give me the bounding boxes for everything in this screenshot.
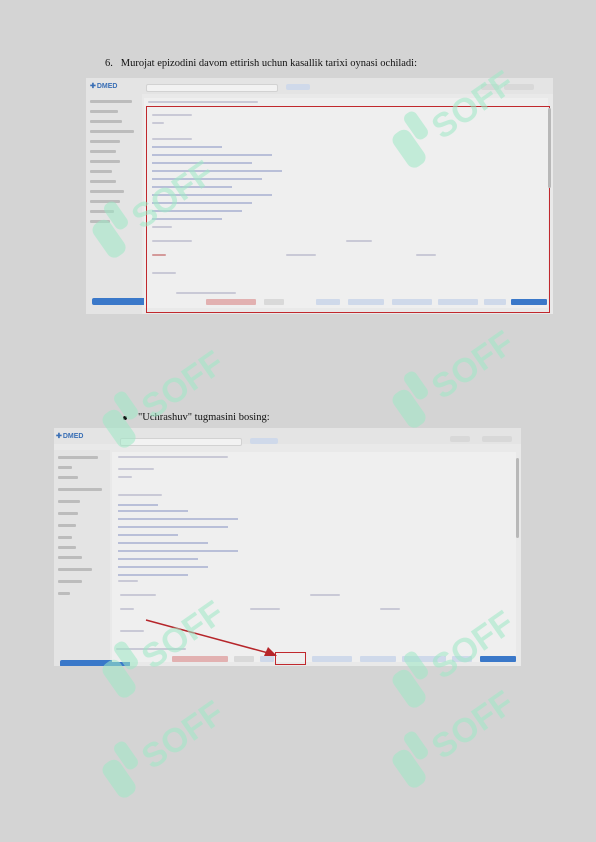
primary-action-button [511, 299, 547, 305]
step-number: 6. [105, 58, 113, 69]
scrollbar [548, 108, 551, 188]
svg-text:SOFF: SOFF [125, 154, 221, 237]
svg-text:SOFF: SOFF [135, 344, 231, 427]
watermark-logo-icon: SOFF [392, 64, 521, 168]
app-logo: ✚DMED [90, 83, 118, 90]
svg-text:SOFF: SOFF [425, 684, 521, 767]
scrollbar [516, 458, 519, 538]
document-page: 6. Murojat epizodini davom ettirish uchu… [0, 0, 596, 842]
svg-text:SOFF: SOFF [425, 324, 521, 407]
toolbar-button [250, 438, 278, 444]
svg-text:SOFF: SOFF [425, 604, 521, 687]
search-input [146, 84, 278, 92]
watermark-logo-icon: SOFF [92, 154, 221, 258]
svg-text:SOFF: SOFF [135, 694, 231, 777]
watermark-logo-icon: SOFF [102, 344, 231, 448]
watermark-logo-icon: SOFF [392, 684, 521, 788]
watermark-logo-icon: SOFF [102, 694, 231, 798]
toolbar-button [286, 84, 310, 90]
svg-text:SOFF: SOFF [425, 64, 521, 147]
svg-text:SOFF: SOFF [135, 594, 231, 677]
watermark-logo-icon: SOFF [392, 324, 521, 428]
